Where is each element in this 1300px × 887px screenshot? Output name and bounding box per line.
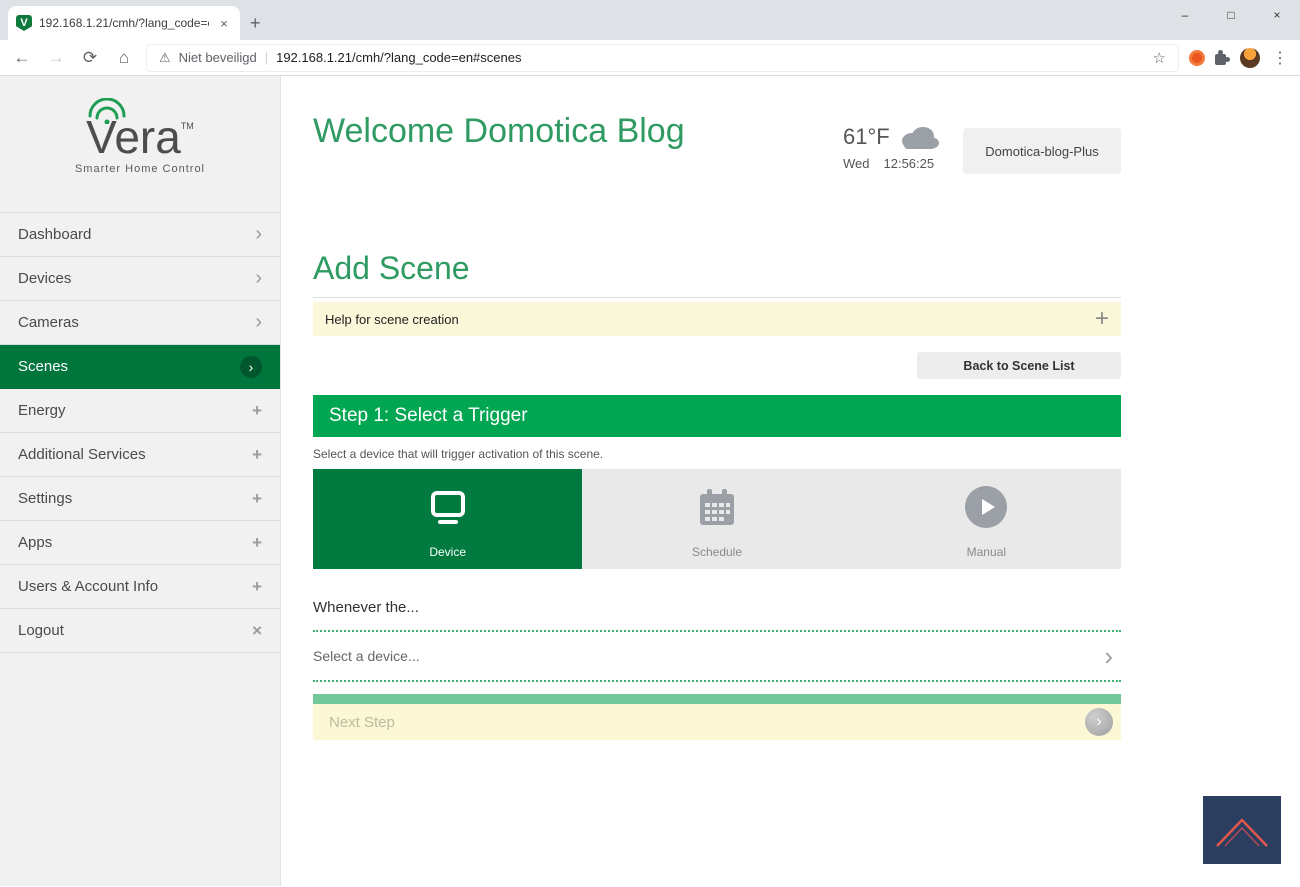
controller-selector-button[interactable]: Domotica-blog-Plus <box>963 128 1121 174</box>
chevron-circle-icon: › <box>240 356 262 378</box>
forward-icon[interactable]: → <box>44 48 68 68</box>
sidebar-item-additional-services[interactable]: Additional Services + <box>0 433 280 477</box>
plus-icon: + <box>252 445 262 465</box>
chevron-right-icon: › <box>1104 643 1113 669</box>
tab-title: 192.168.1.21/cmh/?lang_code=e <box>39 16 209 30</box>
sidebar-item-users-account[interactable]: Users & Account Info + <box>0 565 280 609</box>
main-content: Welcome Domotica Blog 61°F Wed 12:56 <box>281 76 1300 886</box>
next-step-label: Next Step <box>329 714 395 731</box>
sidebar-item-label: Dashboard <box>18 226 91 243</box>
logo-subtitle: Smarter Home Control <box>75 163 205 175</box>
maximize-button[interactable]: □ <box>1208 0 1254 30</box>
whenever-label: Whenever the... <box>313 599 1121 616</box>
title-divider <box>313 297 1121 298</box>
page-header: Welcome Domotica Blog 61°F Wed 12:56 <box>313 112 1121 224</box>
close-icon: × <box>252 621 262 641</box>
plus-icon: + <box>252 401 262 421</box>
trigger-tab-manual[interactable]: Manual <box>852 469 1121 569</box>
play-circle-icon <box>965 486 1007 528</box>
sidebar-item-settings[interactable]: Settings + <box>0 477 280 521</box>
logo-tm: TM <box>181 121 194 131</box>
sidebar-menu: Dashboard › Devices › Cameras › Scenes ›… <box>0 212 280 653</box>
back-to-top-button[interactable] <box>1203 796 1281 864</box>
trigger-label: Device <box>429 545 466 559</box>
sidebar-item-scenes[interactable]: Scenes › <box>0 345 280 389</box>
calendar-icon <box>695 485 739 529</box>
tab-close-icon[interactable]: × <box>216 16 232 31</box>
omnibox-separator: | <box>265 50 268 65</box>
sidebar-item-energy[interactable]: Energy + <box>0 389 280 433</box>
sidebar-item-label: Apps <box>18 534 52 551</box>
trigger-label: Schedule <box>692 545 742 559</box>
window-controls: – □ × <box>1162 0 1300 30</box>
help-label: Help for scene creation <box>325 312 459 327</box>
extensions-puzzle-icon[interactable] <box>1215 50 1230 65</box>
trigger-type-strip: Device <box>313 469 1121 569</box>
sidebar-item-logout[interactable]: Logout × <box>0 609 280 653</box>
trigger-tab-schedule[interactable]: Schedule <box>582 469 851 569</box>
trigger-tab-device[interactable]: Device <box>313 469 582 569</box>
sidebar-item-apps[interactable]: Apps + <box>0 521 280 565</box>
back-to-scene-list-button[interactable]: Back to Scene List <box>917 352 1121 379</box>
address-bar[interactable]: ⚠ Niet beveiligd | 192.168.1.21/cmh/?lan… <box>146 44 1179 72</box>
cloud-icon <box>898 124 940 150</box>
device-icon <box>431 491 465 524</box>
plus-icon: + <box>252 533 262 553</box>
vera-logo: VeraTM Smarter Home Control <box>0 76 280 212</box>
expand-plus-icon[interactable]: + <box>1095 307 1109 331</box>
close-button[interactable]: × <box>1254 0 1300 30</box>
not-secure-label[interactable]: Niet beveiligd <box>179 50 257 65</box>
sidebar-item-label: Devices <box>18 270 71 287</box>
step-description: Select a device that will trigger activa… <box>313 447 1121 461</box>
sidebar-item-cameras[interactable]: Cameras › <box>0 301 280 345</box>
new-tab-button[interactable]: + <box>250 13 261 34</box>
page-title: Add Scene <box>313 250 1121 287</box>
sidebar-item-label: Cameras <box>18 314 79 331</box>
minimize-button[interactable]: – <box>1162 0 1208 30</box>
wizard-progress-bar <box>313 694 1121 704</box>
next-step-button[interactable]: Next Step › <box>313 704 1121 740</box>
welcome-heading: Welcome Domotica Blog <box>313 112 873 151</box>
temperature-label: 61°F <box>843 124 890 150</box>
chevron-circle-icon: › <box>1085 708 1113 736</box>
not-secure-warning-icon: ⚠ <box>159 50 171 66</box>
vera-favicon-icon: V <box>16 15 32 31</box>
back-icon[interactable]: ← <box>10 48 34 68</box>
browser-tab[interactable]: V 192.168.1.21/cmh/?lang_code=e × <box>8 6 240 40</box>
sidebar-item-devices[interactable]: Devices › <box>0 257 280 301</box>
chevron-right-icon: › <box>255 311 262 334</box>
browser-navbar: ← → ⟳ ⌂ ⚠ Niet beveiligd | 192.168.1.21/… <box>0 40 1300 76</box>
sidebar-item-label: Energy <box>18 402 66 419</box>
sidebar-item-label: Scenes <box>18 358 68 375</box>
sidebar-item-dashboard[interactable]: Dashboard › <box>0 213 280 257</box>
sidebar: VeraTM Smarter Home Control Dashboard › … <box>0 76 281 886</box>
reload-icon[interactable]: ⟳ <box>78 48 102 68</box>
extension-orange-icon[interactable] <box>1189 50 1205 66</box>
weather-widget: 61°F Wed 12:56:25 <box>843 124 963 171</box>
bookmark-star-icon[interactable]: ☆ <box>1153 49 1166 67</box>
sidebar-item-label: Settings <box>18 490 72 507</box>
browser-menu-icon[interactable]: ⋮ <box>1270 48 1290 68</box>
wifi-arcs-icon <box>84 98 130 124</box>
help-expander[interactable]: Help for scene creation + <box>313 302 1121 336</box>
plus-icon: + <box>252 577 262 597</box>
select-device-row[interactable]: Select a device... › <box>313 632 1121 682</box>
sidebar-item-label: Additional Services <box>18 446 146 463</box>
arrow-up-icon <box>1211 808 1273 852</box>
plus-icon: + <box>252 489 262 509</box>
sidebar-item-label: Users & Account Info <box>18 578 158 595</box>
chevron-right-icon: › <box>255 267 262 290</box>
step-title-bar: Step 1: Select a Trigger <box>313 395 1121 437</box>
trigger-label: Manual <box>967 545 1006 559</box>
chevron-right-icon: › <box>255 223 262 246</box>
weekday-label: Wed <box>843 156 870 171</box>
home-icon[interactable]: ⌂ <box>112 48 136 68</box>
url-text[interactable]: 192.168.1.21/cmh/?lang_code=en#scenes <box>276 50 1144 65</box>
clock-label: 12:56:25 <box>884 156 935 171</box>
sidebar-item-label: Logout <box>18 622 64 639</box>
browser-titlebar: V 192.168.1.21/cmh/?lang_code=e × + – □ … <box>0 0 1300 40</box>
profile-avatar[interactable] <box>1240 48 1260 68</box>
select-device-label: Select a device... <box>313 648 420 664</box>
